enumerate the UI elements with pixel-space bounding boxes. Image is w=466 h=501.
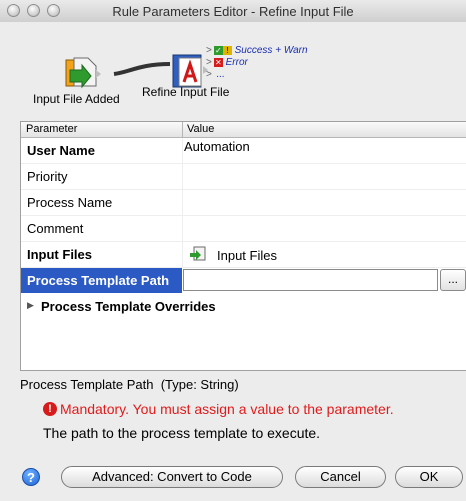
cell-divider	[182, 138, 183, 163]
error-x-icon: ✕	[213, 57, 223, 67]
param-name: Process Name	[27, 195, 113, 210]
source-node-label: Input File Added	[33, 92, 120, 106]
column-header-value[interactable]: Value	[187, 123, 214, 135]
ok-button[interactable]: OK	[395, 466, 463, 488]
title-bar: Rule Parameters Editor - Refine Input Fi…	[0, 0, 466, 23]
branch-more[interactable]: > ...	[206, 69, 225, 80]
param-group-process-template-overrides[interactable]: ▶ Process Template Overrides	[21, 294, 466, 319]
param-row-input-files[interactable]: Input Files Input Files	[21, 242, 466, 268]
param-value[interactable]: Input Files	[217, 248, 277, 263]
branch-label: ...	[216, 69, 225, 80]
column-header-parameter[interactable]: Parameter	[26, 123, 77, 135]
branch-arrow-icon: >	[206, 45, 212, 56]
browse-button[interactable]: ...	[440, 269, 466, 291]
param-info-name: Process Template Path	[20, 377, 154, 392]
param-value[interactable]: Automation	[184, 139, 250, 154]
branch-error[interactable]: > ✕ Error	[206, 57, 248, 68]
branch-label: Success + Warn	[234, 45, 308, 56]
connector-line	[113, 62, 171, 76]
parameter-info-title: Process Template Path (Type: String)	[20, 377, 239, 392]
help-button[interactable]: ?	[22, 468, 40, 486]
parameter-grid: Parameter Value User Name Automation Pri…	[20, 121, 466, 371]
param-name: Process Template Path	[27, 273, 170, 288]
branch-label: Error	[225, 57, 248, 68]
param-name: Comment	[27, 221, 84, 236]
cell-divider	[182, 190, 183, 215]
target-node-label: Refine Input File	[142, 85, 230, 99]
disclosure-triangle-icon[interactable]: ▶	[27, 300, 34, 311]
param-info-type: (Type: String)	[160, 377, 239, 392]
window-title: Rule Parameters Editor - Refine Input Fi…	[112, 4, 354, 19]
branch-arrow-icon: >	[206, 57, 212, 68]
param-name: Priority	[27, 169, 68, 184]
input-file-icon	[190, 246, 206, 261]
rule-flow-diagram: Input File Added Refine Input File > ✓! S…	[0, 22, 466, 118]
cell-divider	[182, 242, 183, 267]
process-template-path-input[interactable]	[183, 269, 438, 291]
branch-arrow-icon: >	[206, 69, 212, 80]
grid-header: Parameter Value	[21, 122, 466, 138]
param-row-user-name[interactable]: User Name Automation	[21, 138, 466, 164]
cell-divider	[182, 164, 183, 189]
warning-icon: !	[222, 45, 232, 55]
parameter-description: The path to the process template to exec…	[43, 425, 321, 441]
cell-divider	[182, 216, 183, 241]
param-row-process-template-path[interactable]: Process Template Path ...	[21, 268, 466, 293]
param-row-process-name[interactable]: Process Name	[21, 190, 466, 216]
branch-success-warn[interactable]: > ✓! Success + Warn	[206, 45, 308, 56]
column-divider[interactable]	[182, 122, 183, 137]
convert-to-code-button[interactable]: Advanced: Convert to Code	[61, 466, 283, 488]
error-icon: !	[43, 402, 57, 416]
param-row-priority[interactable]: Priority	[21, 164, 466, 190]
param-name: Input Files	[27, 247, 92, 262]
cancel-button[interactable]: Cancel	[295, 466, 386, 488]
param-name: User Name	[27, 143, 95, 158]
check-icon: ✓	[213, 45, 223, 55]
group-name: Process Template Overrides	[41, 299, 216, 314]
param-row-comment[interactable]: Comment	[21, 216, 466, 242]
mandatory-error-message: Mandatory. You must assign a value to th…	[60, 401, 394, 417]
